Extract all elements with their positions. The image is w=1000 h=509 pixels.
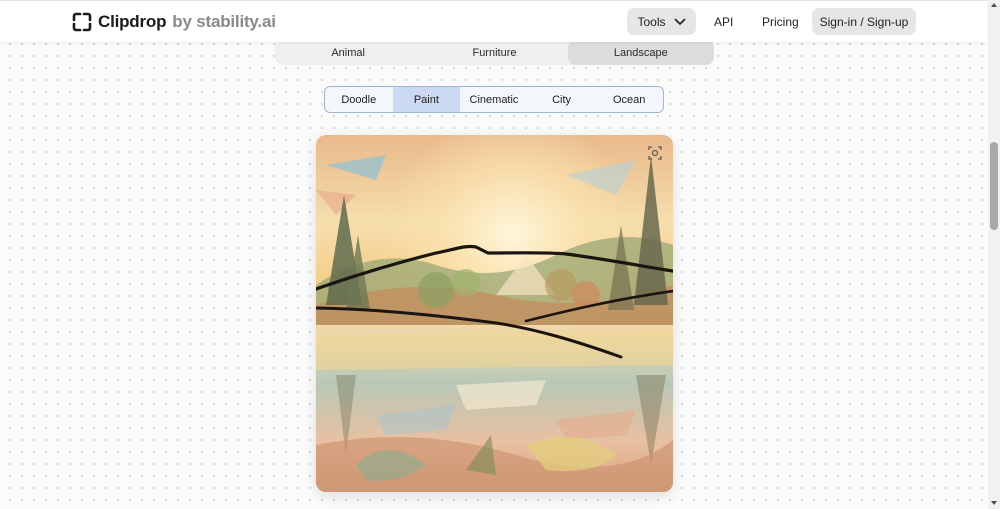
chevron-down-icon: [674, 18, 685, 25]
signin-button[interactable]: Sign-in / Sign-up: [812, 8, 916, 35]
category-tabs: Animal Furniture Landscape: [275, 40, 714, 65]
api-link[interactable]: API: [714, 8, 733, 36]
expand-icon[interactable]: [647, 145, 663, 161]
tools-label: Tools: [637, 14, 666, 29]
style-tab-city[interactable]: City: [528, 87, 596, 112]
tab-furniture[interactable]: Furniture: [421, 40, 567, 65]
clipdrop-bracket-icon: [72, 12, 92, 32]
top-navigation-bar: Clipdrop by stability.ai Tools API Prici…: [0, 0, 988, 42]
vertical-scrollbar[interactable]: [988, 0, 1000, 509]
style-tab-ocean[interactable]: Ocean: [595, 87, 663, 112]
brand-name: Clipdrop: [98, 12, 167, 31]
scroll-up-arrow-icon[interactable]: [991, 3, 997, 7]
brand-suffix: by stability.ai: [172, 12, 276, 31]
clipdrop-logo[interactable]: Clipdrop by stability.ai: [72, 11, 276, 33]
style-tab-doodle[interactable]: Doodle: [325, 87, 393, 112]
tab-landscape[interactable]: Landscape: [567, 40, 714, 65]
tab-animal[interactable]: Animal: [275, 40, 421, 65]
style-tab-paint[interactable]: Paint: [392, 87, 461, 112]
scroll-down-arrow-icon[interactable]: [991, 501, 997, 505]
style-tab-cinematic[interactable]: Cinematic: [460, 87, 528, 112]
pricing-link[interactable]: Pricing: [762, 8, 799, 36]
tools-menu-button[interactable]: Tools: [627, 8, 696, 35]
painting-image: [316, 135, 673, 492]
scrollbar-thumb[interactable]: [990, 142, 998, 230]
style-tabs: Doodle Paint Cinematic City Ocean: [324, 86, 664, 113]
landscape-painting-preview[interactable]: [316, 135, 673, 492]
